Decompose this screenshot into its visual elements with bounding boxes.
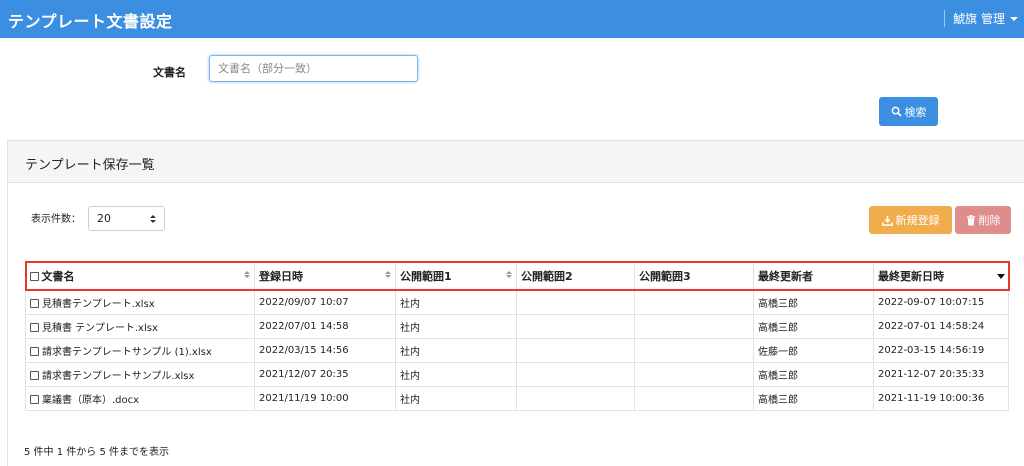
- cell-last-updater: 高橋三郎: [753, 361, 874, 387]
- table-row[interactable]: 見積書テンプレート.xlsx 2022/09/07 10:07 社内 高橋三郎 …: [25, 289, 1009, 315]
- search-button-label: 検索: [904, 105, 927, 119]
- cell-scope-2: [516, 385, 635, 411]
- result-count: 5 件中 1 件から 5 件までを表示: [24, 447, 169, 458]
- delete-button[interactable]: 削除: [955, 206, 1011, 234]
- column-header-registered-at[interactable]: 登録日時: [254, 262, 396, 290]
- per-page-label: 表示件数：: [31, 214, 81, 225]
- cell-registered-at: 2022/03/15 14:56: [254, 337, 396, 363]
- cell-last-updated-at: 2021-11-19 10:00:36: [873, 385, 1009, 411]
- sort-icon: [244, 271, 250, 278]
- cell-scope-2: [516, 337, 635, 363]
- select-all-checkbox[interactable]: [29, 271, 39, 281]
- row-checkbox[interactable]: [30, 322, 39, 332]
- cell-scope-3: [634, 289, 754, 315]
- delete-label: 削除: [978, 214, 1001, 227]
- table-row[interactable]: 見積書 テンプレート.xlsx 2022/07/01 14:58 社内 高橋三郎…: [25, 313, 1009, 339]
- search-icon: [891, 106, 902, 117]
- cell-document-name[interactable]: 請求書テンプレートサンプル (1).xlsx: [25, 337, 255, 363]
- select-arrows-icon: [150, 214, 156, 223]
- cell-scope-1: 社内: [395, 313, 517, 339]
- column-header-scope-2[interactable]: 公開範囲2: [516, 262, 635, 290]
- cell-scope-3: [634, 337, 754, 363]
- top-bar: テンプレート文書設定 鯱旗 管理: [0, 0, 1024, 38]
- cell-registered-at: 2021/12/07 20:35: [254, 361, 396, 387]
- template-table: 文書名 登録日時 公開範囲1 公開範囲2 公開範囲3 最終更新者 最終更新日時 …: [24, 261, 1010, 411]
- cell-registered-at: 2021/11/19 10:00: [254, 385, 396, 411]
- document-name-input[interactable]: [209, 55, 418, 82]
- cell-registered-at: 2022/09/07 10:07: [254, 289, 396, 315]
- cell-last-updated-at: 2022-09-07 10:07:15: [873, 289, 1009, 315]
- cell-scope-3: [634, 313, 754, 339]
- cell-last-updater: 高橋三郎: [753, 313, 874, 339]
- user-menu[interactable]: 鯱旗 管理: [944, 10, 1018, 27]
- trash-icon: [966, 214, 975, 226]
- per-page-select[interactable]: 20: [88, 206, 165, 231]
- table-row[interactable]: 請求書テンプレートサンプル.xlsx 2021/12/07 20:35 社内 高…: [25, 361, 1009, 387]
- table-row[interactable]: 請求書テンプレートサンプル (1).xlsx 2022/03/15 14:56 …: [25, 337, 1009, 363]
- document-name-label: 文書名: [153, 66, 186, 79]
- cell-last-updater: 高橋三郎: [753, 289, 874, 315]
- new-register-label: 新規登録: [895, 214, 940, 227]
- cell-last-updated-at: 2021-12-07 20:35:33: [873, 361, 1009, 387]
- cell-scope-2: [516, 289, 635, 315]
- cell-document-name[interactable]: 稟議書（原本）.docx: [25, 385, 255, 411]
- table-row[interactable]: 稟議書（原本）.docx 2021/11/19 10:00 社内 高橋三郎 20…: [25, 385, 1009, 411]
- cell-scope-3: [634, 385, 754, 411]
- new-register-button[interactable]: 新規登録: [869, 206, 952, 234]
- cell-scope-1: 社内: [395, 337, 517, 363]
- column-header-scope-3[interactable]: 公開範囲3: [634, 262, 754, 290]
- column-header-scope-1[interactable]: 公開範囲1: [395, 262, 517, 290]
- column-header-last-updater[interactable]: 最終更新者: [753, 262, 874, 290]
- cell-last-updater: 佐藤一郎: [753, 337, 874, 363]
- cell-scope-2: [516, 361, 635, 387]
- cell-scope-2: [516, 313, 635, 339]
- row-checkbox[interactable]: [30, 298, 39, 308]
- panel-title: テンプレート保存一覧: [8, 141, 1024, 183]
- per-page-value: 20: [97, 212, 111, 225]
- sort-icon: [506, 271, 512, 278]
- cell-last-updated-at: 2022-07-01 14:58:24: [873, 313, 1009, 339]
- cell-scope-3: [634, 361, 754, 387]
- sort-desc-icon: [996, 274, 1005, 279]
- row-checkbox[interactable]: [30, 370, 39, 380]
- cell-registered-at: 2022/07/01 14:58: [254, 313, 396, 339]
- cell-scope-1: 社内: [395, 361, 517, 387]
- app-title: テンプレート文書設定: [8, 12, 173, 31]
- cell-document-name[interactable]: 請求書テンプレートサンプル.xlsx: [25, 361, 255, 387]
- column-header-last-updated-at[interactable]: 最終更新日時: [874, 262, 1009, 290]
- cell-document-name[interactable]: 見積書テンプレート.xlsx: [25, 289, 255, 315]
- column-header-document-name[interactable]: 文書名: [25, 262, 255, 290]
- cell-scope-1: 社内: [395, 385, 517, 411]
- cell-document-name[interactable]: 見積書 テンプレート.xlsx: [25, 313, 255, 339]
- cell-scope-1: 社内: [395, 289, 517, 315]
- row-checkbox[interactable]: [30, 346, 39, 356]
- table-header-row: 文書名 登録日時 公開範囲1 公開範囲2 公開範囲3 最終更新者 最終更新日時: [24, 261, 1010, 291]
- cell-last-updater: 高橋三郎: [753, 385, 874, 411]
- download-icon: [881, 215, 893, 226]
- cell-last-updated-at: 2022-03-15 14:56:19: [873, 337, 1009, 363]
- row-checkbox[interactable]: [30, 394, 39, 404]
- chevron-down-icon: [1010, 16, 1018, 21]
- sort-icon: [385, 271, 391, 278]
- user-name: 鯱旗 管理: [953, 12, 1005, 26]
- search-button[interactable]: 検索: [879, 97, 938, 126]
